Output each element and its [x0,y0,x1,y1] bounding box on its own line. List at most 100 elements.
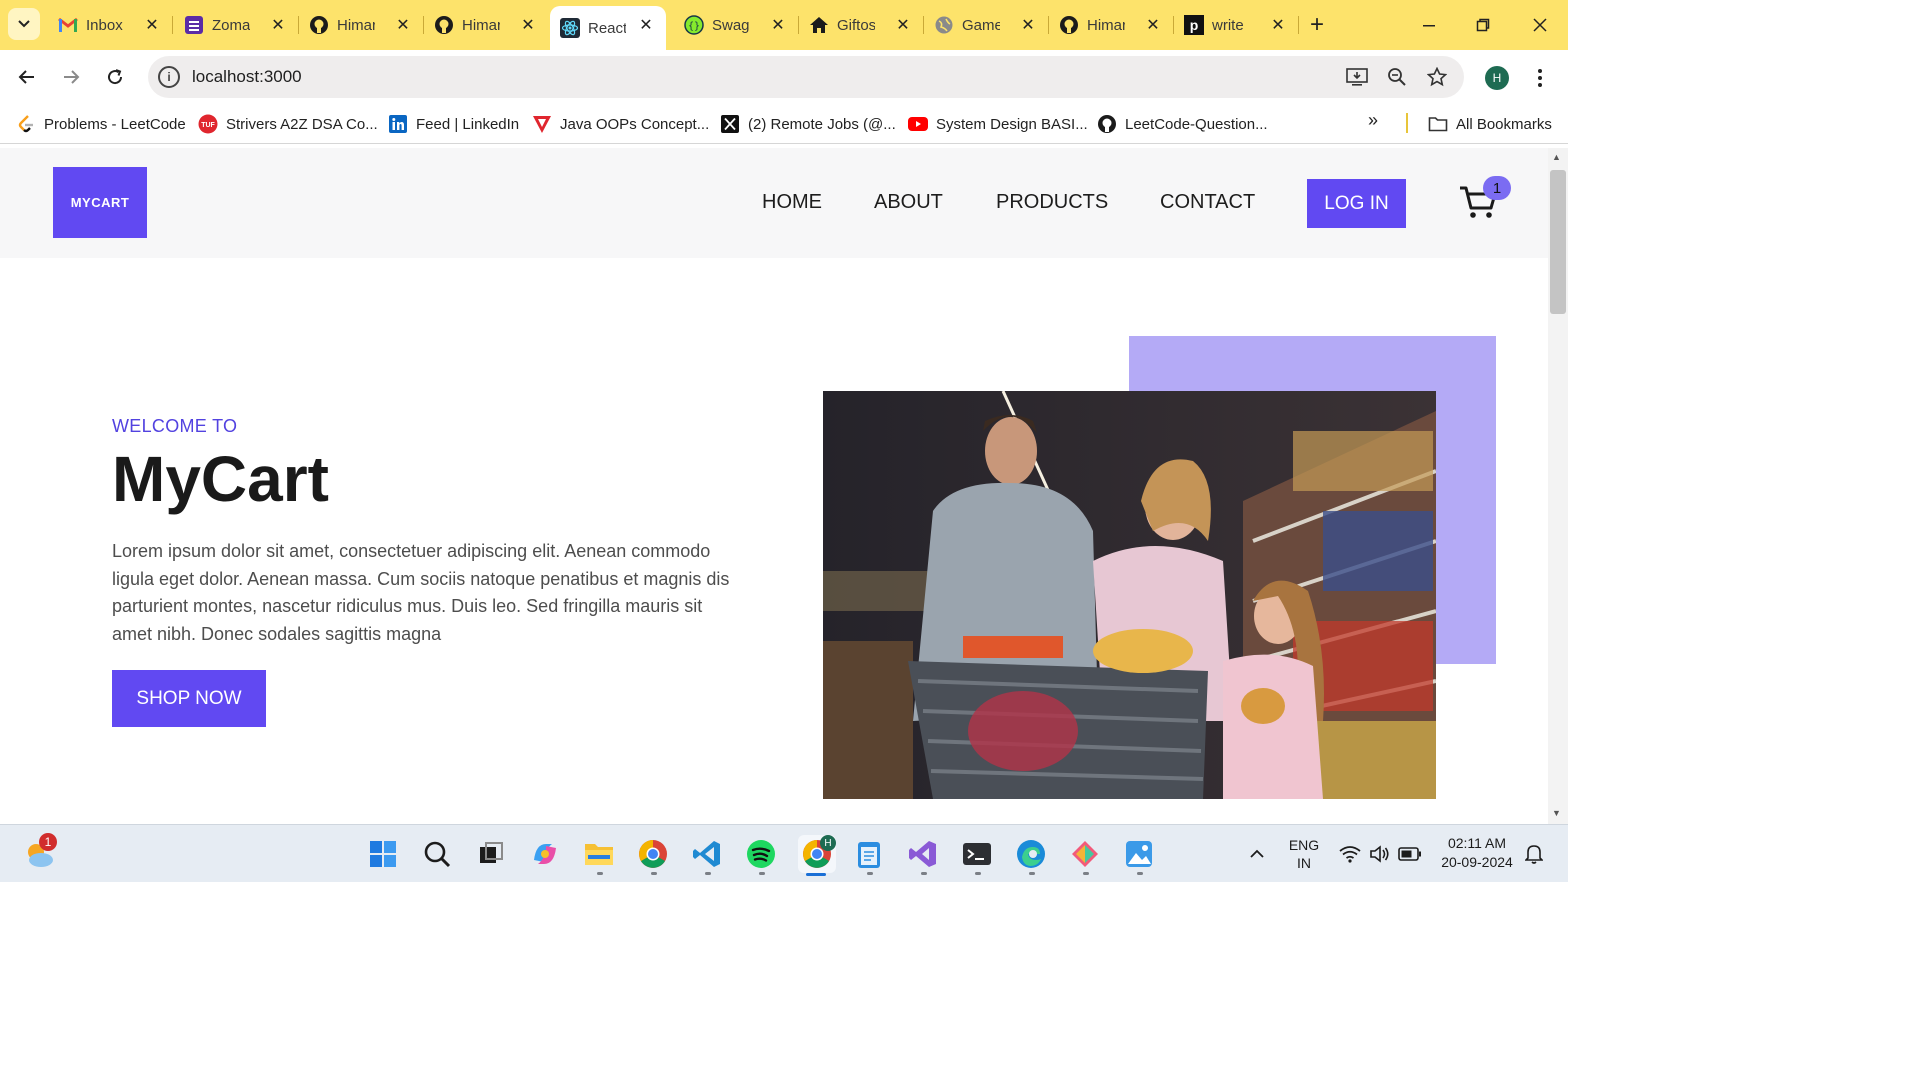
tab-zomato[interactable]: Zoma ✕ [174,6,298,44]
close-tab-icon[interactable]: ✕ [893,15,913,35]
volume-icon[interactable] [1366,837,1394,871]
tab-title: React [588,19,626,37]
hero-description: Lorem ipsum dolor sit amet, consectetuer… [112,541,730,644]
start-button[interactable] [366,837,400,871]
tab-github-3[interactable]: Himar ✕ [1049,6,1173,44]
bookmark-youtube[interactable]: System Design BASI... [908,112,1088,136]
visual-studio-button[interactable] [906,837,940,871]
nav-about[interactable]: ABOUT [874,191,943,214]
scroll-down-icon[interactable]: ▼ [1552,808,1561,818]
hero-image [823,391,1436,799]
scroll-up-icon[interactable]: ▲ [1552,152,1561,162]
tab-github-1[interactable]: Himar ✕ [299,6,423,44]
weather-badge: 1 [39,833,57,851]
new-tab-button[interactable]: + [1304,11,1330,38]
close-tab-icon[interactable]: ✕ [636,15,656,35]
close-window-button[interactable] [1527,12,1553,38]
install-app-icon[interactable] [1346,66,1368,88]
bookmark-star-icon[interactable] [1426,66,1448,88]
svg-text:p: p [1190,17,1199,33]
vscode-button[interactable] [690,837,724,871]
nav-products[interactable]: PRODUCTS [996,191,1108,214]
x-icon [720,114,740,134]
close-tab-icon[interactable]: ✕ [268,15,288,35]
tuf-icon: TUF [198,114,218,134]
github-icon [1097,114,1117,134]
photos-button[interactable] [1122,837,1156,871]
linkedin-icon [388,114,408,134]
git-app-button[interactable] [1068,837,1102,871]
reload-icon [108,69,123,85]
reload-button[interactable] [100,62,130,92]
github-icon [434,15,454,35]
close-tab-icon[interactable]: ✕ [768,15,788,35]
bookmark-leetcode[interactable]: Problems - LeetCode [16,112,186,136]
terminal-button[interactable] [960,837,994,871]
language-indicator[interactable]: ENG IN [1284,837,1324,871]
zoom-icon[interactable] [1386,66,1408,88]
copilot-button[interactable] [528,837,562,871]
close-tab-icon[interactable]: ✕ [142,15,162,35]
bookmark-linkedin[interactable]: Feed | LinkedIn [388,112,519,136]
battery-icon[interactable] [1396,837,1424,871]
browser-menu-icon[interactable] [1530,64,1550,92]
site-info-icon[interactable]: i [158,66,180,88]
forward-button[interactable] [56,62,86,92]
wifi-icon[interactable] [1336,837,1364,871]
bookmark-twitter[interactable]: (2) Remote Jobs (@... [720,112,896,136]
bookmark-github[interactable]: LeetCode-Question... [1097,112,1268,136]
task-view-button[interactable] [474,837,508,871]
tray-overflow-button[interactable] [1240,837,1274,871]
tab-game[interactable]: Game ✕ [924,6,1048,44]
notifications-icon[interactable] [1520,837,1548,871]
restore-button[interactable] [1470,12,1496,38]
chrome-button[interactable] [636,837,670,871]
tab-github-2[interactable]: Himar ✕ [424,6,548,44]
shop-now-button[interactable]: SHOP NOW [112,670,266,727]
back-button[interactable] [12,62,42,92]
tab-title: Himar [462,16,500,34]
tab-react[interactable]: React ✕ [550,6,666,50]
close-tab-icon[interactable]: ✕ [1018,15,1038,35]
chevron-down-icon [18,20,30,28]
login-button[interactable]: LOG IN [1307,179,1406,228]
tab-search-button[interactable] [8,8,40,40]
bookmark-striver[interactable]: TUF Strivers A2Z DSA Co... [198,112,378,136]
tab-inbox[interactable]: Inbox ✕ [48,6,172,44]
globe-icon [934,15,954,35]
nav-contact[interactable]: CONTACT [1160,191,1255,214]
minimize-button[interactable] [1416,12,1442,38]
close-tab-icon[interactable]: ✕ [518,15,538,35]
leetcode-icon [16,114,36,134]
clock[interactable]: 02:11 AM 20-09-2024 [1432,835,1522,870]
close-tab-icon[interactable]: ✕ [1143,15,1163,35]
close-tab-icon[interactable]: ✕ [393,15,413,35]
bookmark-label: LeetCode-Question... [1125,115,1268,133]
bookmark-javatpoint[interactable]: Java OOPs Concept... [532,112,709,136]
tab-title: write [1212,16,1244,34]
tab-write[interactable]: p write ✕ [1174,6,1298,44]
bookmarks-overflow-icon[interactable]: » [1368,110,1378,131]
address-bar[interactable]: i localhost:3000 [148,56,1464,98]
profile-avatar[interactable]: H [1485,66,1509,90]
tab-giftos[interactable]: Giftos ✕ [799,6,923,44]
url-text[interactable]: localhost:3000 [192,67,302,87]
all-bookmarks-button[interactable]: All Bookmarks [1428,112,1552,136]
notepad-button[interactable] [852,837,886,871]
arrow-left-icon [18,70,34,84]
spotify-button[interactable] [744,837,778,871]
close-tab-icon[interactable]: ✕ [1268,15,1288,35]
edge-button[interactable] [1014,837,1048,871]
scrollbar-thumb[interactable] [1550,170,1566,314]
site-logo[interactable]: MYCART [53,167,147,238]
svg-text:{}: {} [688,21,700,32]
search-button[interactable] [420,837,454,871]
tab-swagger[interactable]: {} Swag ✕ [674,6,798,44]
file-explorer-button[interactable] [582,837,616,871]
bookmark-label: Strivers A2Z DSA Co... [226,115,378,133]
bookmarks-bar: Problems - LeetCode TUF Strivers A2Z DSA… [0,104,1568,144]
browser-toolbar: i localhost:3000 [0,50,1568,104]
clock-date: 20-09-2024 [1441,854,1513,870]
nav-home[interactable]: HOME [762,191,822,214]
tab-title: Zoma [212,16,250,34]
